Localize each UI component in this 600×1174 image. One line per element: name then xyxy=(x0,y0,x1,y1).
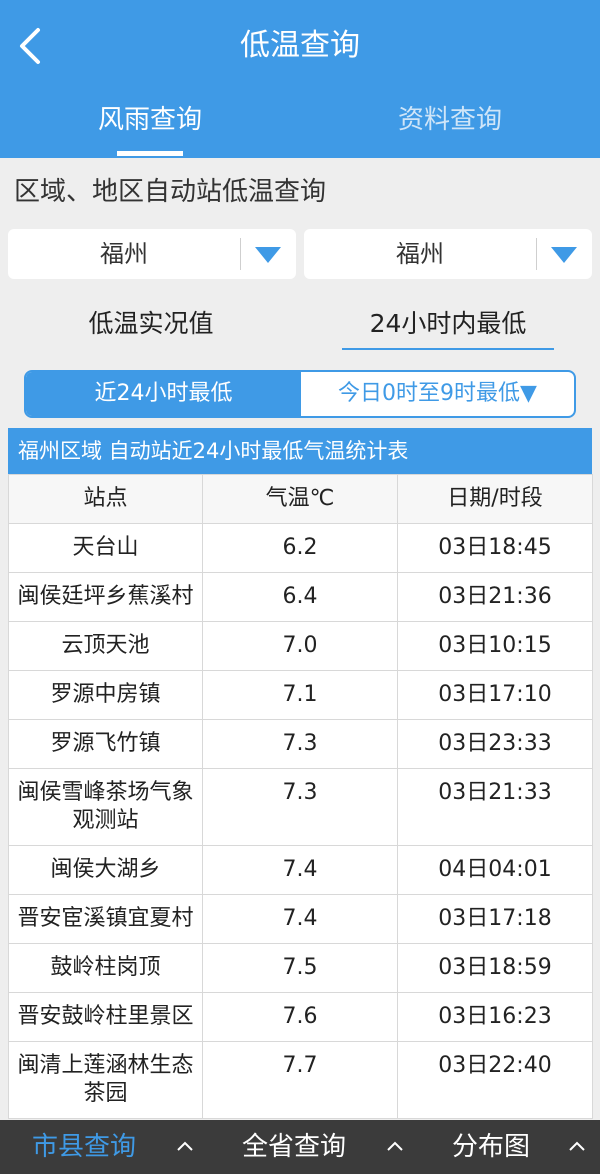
cell-temp: 7.0 xyxy=(202,621,398,671)
table-row[interactable]: 罗源中房镇 7.1 03日17:10 xyxy=(8,670,593,720)
table-row[interactable]: 闽侯大湖乡 7.4 04日04:01 xyxy=(8,845,593,895)
table-row[interactable]: 闽清上莲涵林生态茶园 7.7 03日22:40 xyxy=(8,1041,593,1119)
tab-data-query[interactable]: 资料查询 xyxy=(300,98,600,142)
cell-temp: 6.4 xyxy=(202,572,398,622)
cell-temp: 6.2 xyxy=(202,523,398,573)
table-row[interactable]: 天台山 6.2 03日18:45 xyxy=(8,523,593,573)
period-segmented-control: 近24小时最低 今日0时至9时最低▼ xyxy=(24,370,576,418)
cell-station: 闽侯大湖乡 xyxy=(8,845,203,895)
table-row[interactable]: 鼓岭柱岗顶 7.5 03日18:59 xyxy=(8,943,593,993)
tab-wind-rain-query[interactable]: 风雨查询 xyxy=(0,98,300,142)
mode-current-low[interactable]: 低温实况值 xyxy=(40,302,262,346)
table-row[interactable]: 云顶天池 7.0 03日10:15 xyxy=(8,621,593,671)
cell-station: 天台山 xyxy=(8,523,203,573)
table-row[interactable]: 晋安鼓岭柱里景区 7.6 03日16:23 xyxy=(8,992,593,1042)
dropdown-triangle-icon xyxy=(254,246,282,264)
cell-time: 03日16:23 xyxy=(397,992,593,1042)
chevron-up-icon[interactable] xyxy=(568,1138,586,1152)
area-select-value: 福州 xyxy=(396,240,444,268)
select-divider xyxy=(536,238,537,270)
cell-time: 03日21:33 xyxy=(397,768,593,846)
cell-time: 03日17:18 xyxy=(397,894,593,944)
nav-city-county-query[interactable]: 市县查询 xyxy=(32,1120,136,1174)
mode-24h-min[interactable]: 24小时内最低 xyxy=(342,302,554,346)
segment-today-0-9[interactable]: 今日0时至9时最低▼ xyxy=(301,372,574,416)
cell-station: 闽侯雪峰茶场气象观测站 xyxy=(8,768,203,846)
dropdown-triangle-icon xyxy=(550,246,578,264)
cell-time: 03日17:10 xyxy=(397,670,593,720)
nav-label: 全省查询 xyxy=(242,1132,347,1162)
low-temp-table: 站点 气温℃ 日期/时段 天台山 6.2 03日18:45 闽侯廷坪乡蕉溪村 6.4 03… xyxy=(8,474,593,1119)
active-tab-indicator xyxy=(117,151,183,156)
cell-station: 闽侯廷坪乡蕉溪村 xyxy=(8,572,203,622)
chevron-up-icon[interactable] xyxy=(176,1138,194,1152)
cell-temp: 7.5 xyxy=(202,943,398,993)
section-title: 区域、地区自动站低温查询 xyxy=(14,177,327,207)
cell-temp: 7.4 xyxy=(202,845,398,895)
cell-station: 云顶天池 xyxy=(8,621,203,671)
table-row[interactable]: 闽侯雪峰茶场气象观测站 7.3 03日21:33 xyxy=(8,768,593,846)
app-header: 低温查询 风雨查询 资料查询 xyxy=(0,0,600,158)
region-select-value: 福州 xyxy=(100,240,148,268)
cell-temp: 7.6 xyxy=(202,992,398,1042)
table-row[interactable]: 晋安宦溪镇宜夏村 7.4 03日17:18 xyxy=(8,894,593,944)
page-title: 低温查询 xyxy=(240,28,360,63)
nav-province-query[interactable]: 全省查询 xyxy=(242,1120,346,1174)
segment-last-24h[interactable]: 近24小时最低 xyxy=(26,372,301,416)
bottom-nav: 市县查询 全省查询 分布图 xyxy=(0,1120,600,1174)
cell-time: 03日10:15 xyxy=(397,621,593,671)
nav-distribution-map[interactable]: 分布图 xyxy=(452,1120,530,1174)
cell-temp: 7.7 xyxy=(202,1041,398,1119)
region-select[interactable]: 福州 xyxy=(8,229,296,279)
column-header-temp[interactable]: 气温℃ xyxy=(202,474,398,524)
nav-label: 市县查询 xyxy=(32,1132,137,1162)
cell-time: 04日04:01 xyxy=(397,845,593,895)
cell-station: 晋安鼓岭柱里景区 xyxy=(8,992,203,1042)
table-header-row: 站点 气温℃ 日期/时段 xyxy=(8,474,593,524)
cell-station: 晋安宦溪镇宜夏村 xyxy=(8,894,203,944)
cell-time: 03日21:36 xyxy=(397,572,593,622)
cell-temp: 7.4 xyxy=(202,894,398,944)
column-header-time[interactable]: 日期/时段 xyxy=(397,474,593,524)
cell-time: 03日18:59 xyxy=(397,943,593,993)
cell-temp: 7.3 xyxy=(202,719,398,769)
area-select[interactable]: 福州 xyxy=(304,229,592,279)
cell-time: 03日23:33 xyxy=(397,719,593,769)
table-title: 福州区域 自动站近24小时最低气温统计表 xyxy=(8,428,592,474)
column-header-station[interactable]: 站点 xyxy=(8,474,203,524)
cell-station: 罗源飞竹镇 xyxy=(8,719,203,769)
table-row[interactable]: 罗源飞竹镇 7.3 03日23:33 xyxy=(8,719,593,769)
cell-time: 03日18:45 xyxy=(397,523,593,573)
cell-station: 罗源中房镇 xyxy=(8,670,203,720)
cell-station: 鼓岭柱岗顶 xyxy=(8,943,203,993)
cell-temp: 7.1 xyxy=(202,670,398,720)
nav-label: 分布图 xyxy=(452,1132,531,1162)
cell-time: 03日22:40 xyxy=(397,1041,593,1119)
select-divider xyxy=(240,238,241,270)
cell-station: 闽清上莲涵林生态茶园 xyxy=(8,1041,203,1119)
table-row[interactable]: 闽侯廷坪乡蕉溪村 6.4 03日21:36 xyxy=(8,572,593,622)
active-mode-indicator xyxy=(342,348,554,350)
chevron-up-icon[interactable] xyxy=(386,1138,404,1152)
cell-temp: 7.3 xyxy=(202,768,398,846)
